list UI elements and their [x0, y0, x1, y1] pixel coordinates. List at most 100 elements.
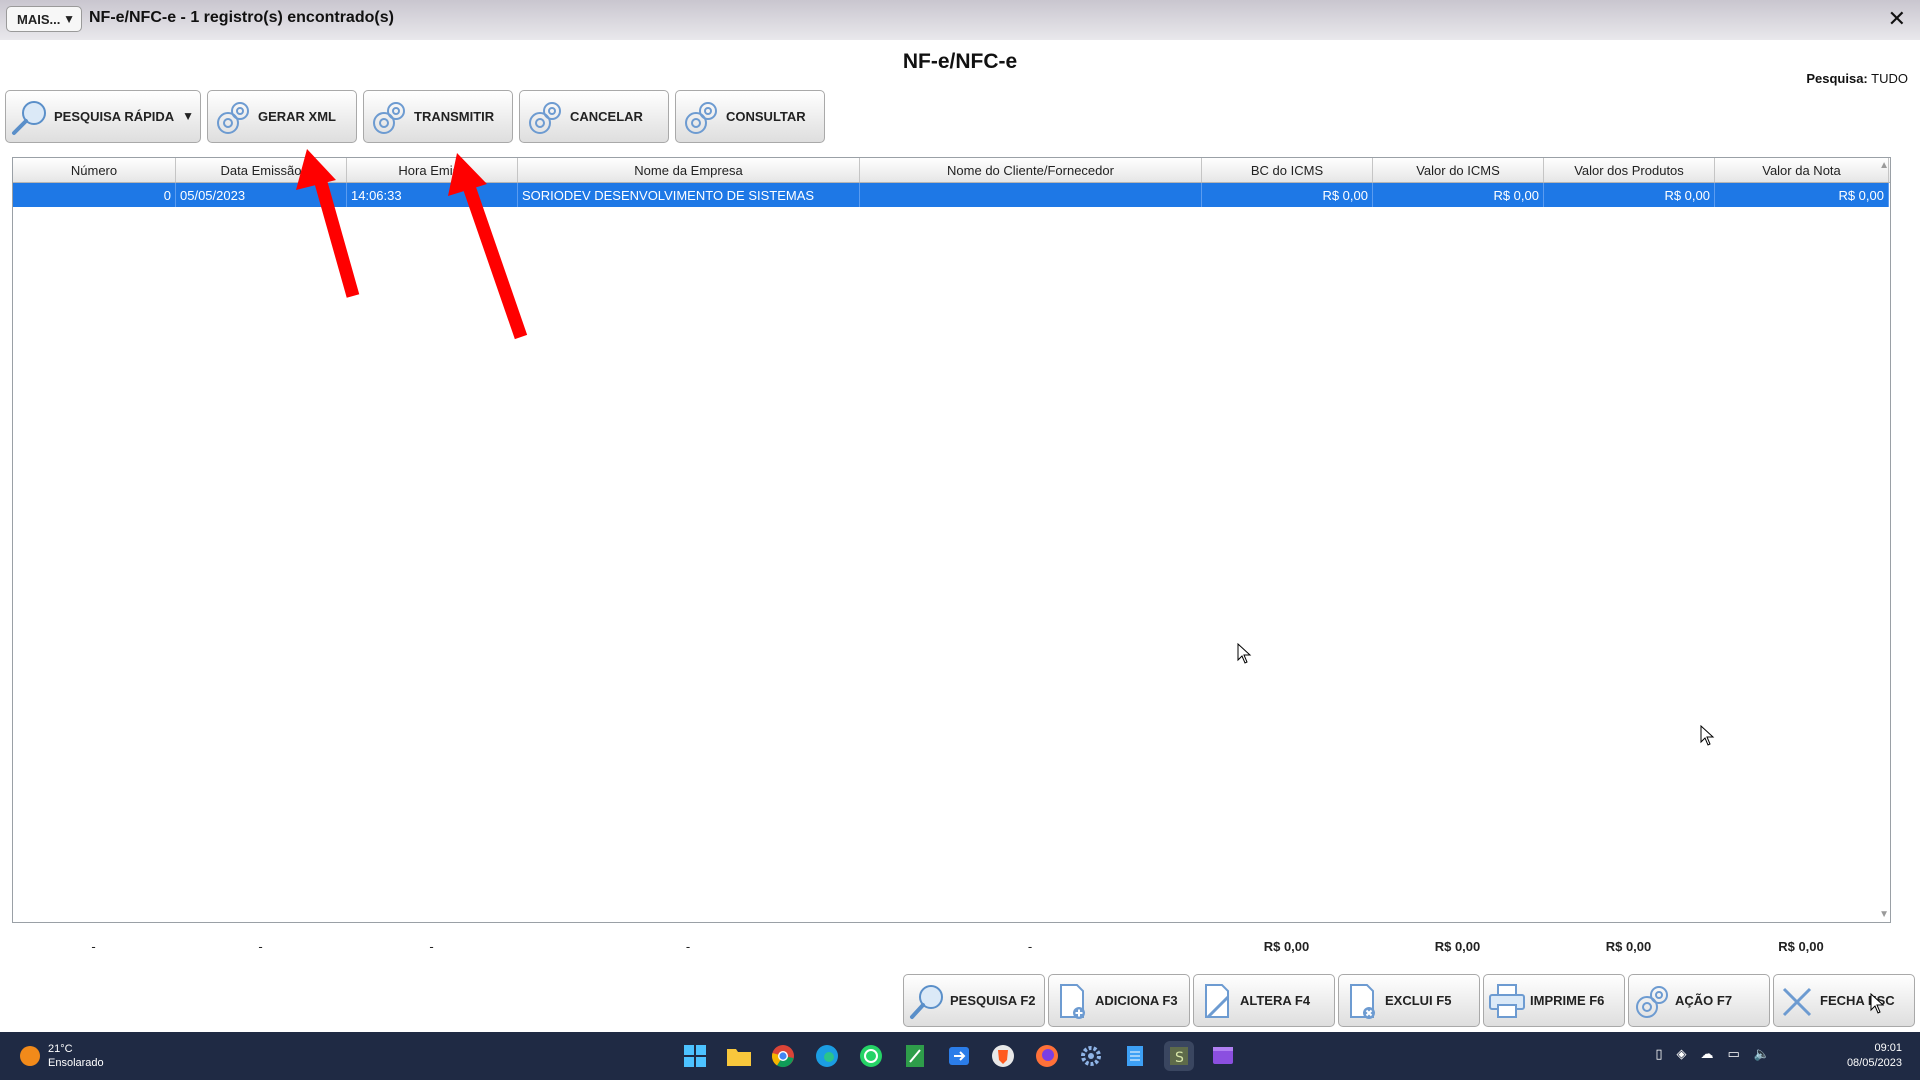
usb-icon[interactable]: ▯ — [1655, 1046, 1662, 1062]
column-header-icms-value[interactable]: Valor do ICMS — [1373, 158, 1544, 182]
cell-icms-base: R$ 0,00 — [1202, 183, 1373, 207]
chevron-down-icon: ▼ — [182, 109, 194, 123]
cell-client — [860, 183, 1202, 207]
shield-icon[interactable]: ◈ — [1677, 1046, 1687, 1062]
cancel-label: CANCELAR — [570, 109, 643, 124]
grid-header: Número Data Emissão Hora Emiss Nome da E… — [13, 158, 1890, 183]
column-header-icms-base[interactable]: BC do ICMS — [1202, 158, 1373, 182]
search-f2-label: PESQUISA F2 — [950, 993, 1036, 1008]
title-bar: MAIS... ▼ NF-e/NFC-e - 1 registro(s) enc… — [0, 0, 1920, 40]
cell-number: 0 — [13, 183, 176, 207]
video-editor-icon[interactable] — [1208, 1041, 1238, 1071]
total-number: - — [91, 938, 96, 954]
delete-f5-button[interactable]: EXCLUI F5 — [1338, 974, 1480, 1027]
mouse-cursor-icon — [1870, 993, 1885, 1014]
column-header-issue-time[interactable]: Hora Emiss — [347, 158, 518, 182]
search-mode-value: TUDO — [1871, 71, 1908, 86]
generate-xml-label: GERAR XML — [258, 109, 336, 124]
notepad-icon[interactable] — [1120, 1041, 1150, 1071]
gear-icon — [217, 101, 249, 134]
clock-time: 09:01 — [1874, 1042, 1902, 1054]
total-invoice-value: R$ 0,00 — [1778, 938, 1824, 954]
totals-row: - - - - - R$ 0,00 R$ 0,00 R$ 0,00 R$ 0,0… — [12, 936, 1891, 956]
add-f3-label: ADICIONA F3 — [1095, 993, 1178, 1008]
settings-gear-icon[interactable] — [1076, 1041, 1106, 1071]
cell-products-value: R$ 0,00 — [1544, 183, 1715, 207]
windows-start-icon[interactable] — [680, 1041, 710, 1071]
total-company: - — [685, 938, 691, 954]
erp-app-icon[interactable]: S — [1164, 1041, 1194, 1071]
weather-condition: Ensolarado — [48, 1057, 104, 1069]
transmit-button[interactable]: TRANSMITIR — [363, 90, 513, 143]
action-f7-button[interactable]: AÇÃO F7 — [1628, 974, 1770, 1027]
action-f7-label: AÇÃO F7 — [1675, 993, 1733, 1008]
edit-f4-label: ALTERA F4 — [1240, 993, 1311, 1008]
weather-widget[interactable]: 21°C Ensolarado — [20, 1042, 104, 1070]
edge-icon[interactable] — [812, 1041, 842, 1071]
clock-date: 08/05/2023 — [1846, 1057, 1902, 1069]
printer-icon — [1489, 983, 1525, 1018]
cell-invoice-value: R$ 0,00 — [1715, 183, 1889, 207]
remote-app-icon[interactable] — [944, 1041, 974, 1071]
quick-search-button[interactable]: PESQUISA RÁPIDA ▼ — [5, 90, 201, 143]
records-grid[interactable]: Número Data Emissão Hora Emiss Nome da E… — [12, 157, 1891, 923]
table-row[interactable]: 0 05/05/2023 14:06:33 SORIODEV DESENVOLV… — [13, 183, 1889, 207]
gear-icon — [529, 101, 561, 134]
column-header-number[interactable]: Número — [13, 158, 176, 182]
transmit-label: TRANSMITIR — [414, 109, 495, 124]
total-issue-time: - — [429, 938, 434, 954]
window-title: NF-e/NFC-e - 1 registro(s) encontrado(s) — [89, 9, 394, 26]
mouse-cursor-icon — [1700, 725, 1715, 746]
total-issue-date: - — [258, 938, 263, 954]
print-f6-button[interactable]: IMPRIME F6 — [1483, 974, 1625, 1027]
sun-icon — [20, 1046, 40, 1066]
more-menu-label: MAIS... — [17, 11, 61, 27]
scroll-up-icon[interactable]: ▲ — [1879, 160, 1889, 171]
cancel-button[interactable]: CANCELAR — [519, 90, 669, 143]
firefox-icon[interactable] — [1032, 1041, 1062, 1071]
scroll-down-icon[interactable]: ▼ — [1879, 909, 1889, 920]
total-icms-base: R$ 0,00 — [1263, 938, 1310, 954]
consult-button[interactable]: CONSULTAR — [675, 90, 825, 143]
page-title: NF-e/NFC-e — [902, 50, 1018, 73]
total-products-value: R$ 0,00 — [1605, 938, 1652, 954]
column-header-client[interactable]: Nome do Cliente/Fornecedor — [860, 158, 1202, 182]
generate-xml-button[interactable]: GERAR XML — [207, 90, 357, 143]
close-icon[interactable]: ✕ — [1888, 6, 1906, 32]
network-icon[interactable]: ▭ — [1728, 1046, 1740, 1062]
cell-icms-value: R$ 0,00 — [1373, 183, 1544, 207]
column-header-products-value[interactable]: Valor dos Produtos — [1544, 158, 1715, 182]
consult-label: CONSULTAR — [726, 109, 806, 124]
taskbar-apps: S — [680, 1041, 1238, 1071]
spreadsheet-icon[interactable] — [900, 1041, 930, 1071]
gear-icon — [685, 101, 717, 134]
more-menu-button[interactable]: MAIS... ▼ — [6, 6, 82, 32]
svg-text:S: S — [1175, 1050, 1184, 1066]
close-icon — [1782, 987, 1812, 1016]
whatsapp-icon[interactable] — [856, 1041, 886, 1071]
chrome-icon[interactable] — [768, 1041, 798, 1071]
add-f3-button[interactable]: ADICIONA F3 — [1048, 974, 1190, 1027]
column-header-issue-date[interactable]: Data Emissão — [176, 158, 347, 182]
system-tray: ▯ ◈ ☁ ▭ 🔈 — [1655, 1046, 1770, 1062]
brave-icon[interactable] — [988, 1041, 1018, 1071]
edit-f4-button[interactable]: ALTERA F4 — [1193, 974, 1335, 1027]
cell-company: SORIODEV DESENVOLVIMENTO DE SISTEMAS — [518, 183, 860, 207]
volume-icon[interactable]: 🔈 — [1754, 1046, 1770, 1062]
close-esc-button[interactable]: FECHA ESC — [1773, 974, 1915, 1027]
gear-icon — [373, 101, 405, 134]
column-header-invoice-value[interactable]: Valor da Nota — [1715, 158, 1889, 182]
taskbar: 21°C Ensolarado S ▯ ◈ ☁ ▭ 🔈 09:01 08/05/… — [0, 1032, 1920, 1080]
clock[interactable]: 09:01 08/05/2023 — [1847, 1041, 1902, 1071]
temperature: 21°C — [48, 1043, 73, 1055]
magnifier-icon — [910, 984, 943, 1019]
file-explorer-icon[interactable] — [724, 1041, 754, 1071]
quick-search-label: PESQUISA RÁPIDA — [54, 109, 175, 124]
cell-issue-date: 05/05/2023 — [176, 183, 347, 207]
edit-document-icon — [1205, 983, 1230, 1018]
mouse-cursor-icon — [1237, 643, 1252, 664]
cloud-icon[interactable]: ☁ — [1701, 1046, 1714, 1062]
column-header-company[interactable]: Nome da Empresa — [518, 158, 860, 182]
print-f6-label: IMPRIME F6 — [1530, 993, 1605, 1008]
search-f2-button[interactable]: PESQUISA F2 — [903, 974, 1045, 1027]
